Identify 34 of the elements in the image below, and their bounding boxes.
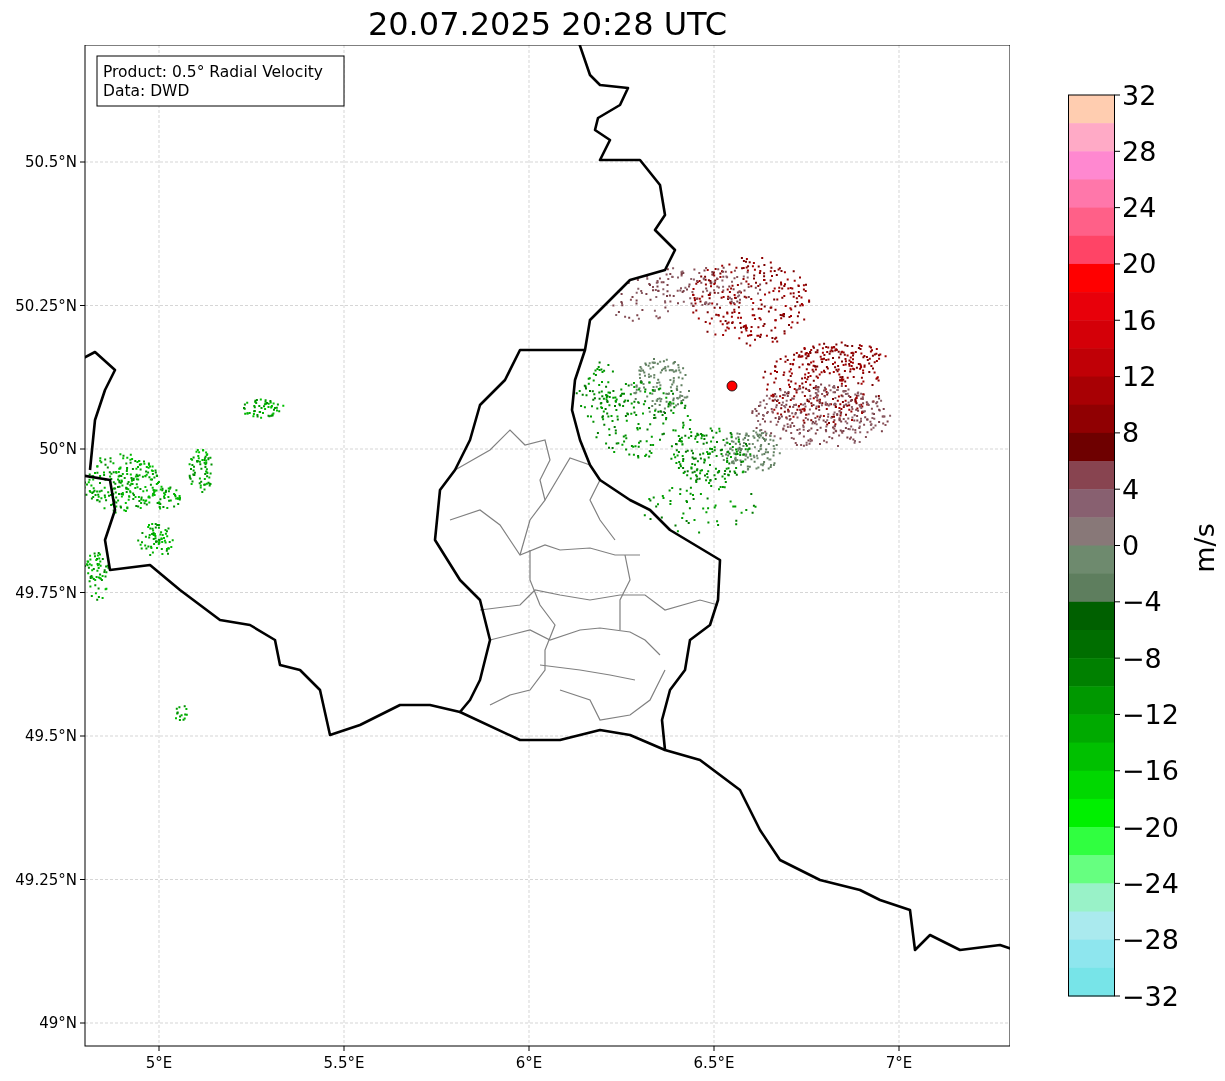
colorbar-tick-label: 12 [1122, 361, 1157, 393]
radar-site-marker [726, 380, 738, 392]
latitude-label: 50.5°N [24, 153, 77, 171]
colorbar-tick-label: 8 [1122, 417, 1140, 449]
colorbar-tick-label: −4 [1122, 586, 1162, 618]
colorbar-tick-label: 4 [1122, 473, 1140, 505]
colorbar-tick-label: −16 [1122, 755, 1179, 787]
colorbar-tick-label: −12 [1122, 698, 1179, 730]
colorbar-tick-label: 28 [1122, 135, 1157, 167]
longitude-label: 5.5°E [323, 1054, 365, 1072]
latitude-label: 49.25°N [15, 870, 77, 889]
colorbar-unit-label: m/s [1189, 523, 1220, 573]
colorbar-tick-label: −32 [1122, 980, 1179, 1012]
latitude-label: 50°N [39, 440, 77, 458]
latitude-label: 49°N [39, 1014, 77, 1032]
latitude-label: 50.25°N [15, 296, 77, 315]
latitude-label: 49.5°N [24, 727, 77, 745]
colorbar-tick-label: 20 [1122, 248, 1157, 280]
colorbar-tick-label: 32 [1122, 79, 1157, 111]
colorbar-tick-label: 24 [1122, 192, 1157, 224]
colorbar-tick-label: 0 [1122, 530, 1140, 561]
info-text: Product: 0.5° Radial Velocity [103, 63, 323, 81]
longitude-label: 5°E [145, 1054, 173, 1072]
info-text: Data: DWD [103, 82, 190, 100]
latitude-label: 49.75°N [15, 583, 77, 602]
longitude-label: 6.5°E [693, 1054, 735, 1072]
colorbar-tick-label: −20 [1122, 811, 1179, 843]
colorbar-tick-label: 16 [1122, 304, 1157, 336]
longitude-label: 7°E [885, 1054, 913, 1072]
colorbar-tick-label: −24 [1122, 867, 1179, 899]
longitude-label: 6°E [515, 1054, 543, 1072]
plot-title: 20.07.2025 20:28 UTC [367, 5, 728, 45]
colorbar-tick-label: −28 [1122, 924, 1179, 956]
colorbar-tick-label: −8 [1122, 642, 1162, 674]
